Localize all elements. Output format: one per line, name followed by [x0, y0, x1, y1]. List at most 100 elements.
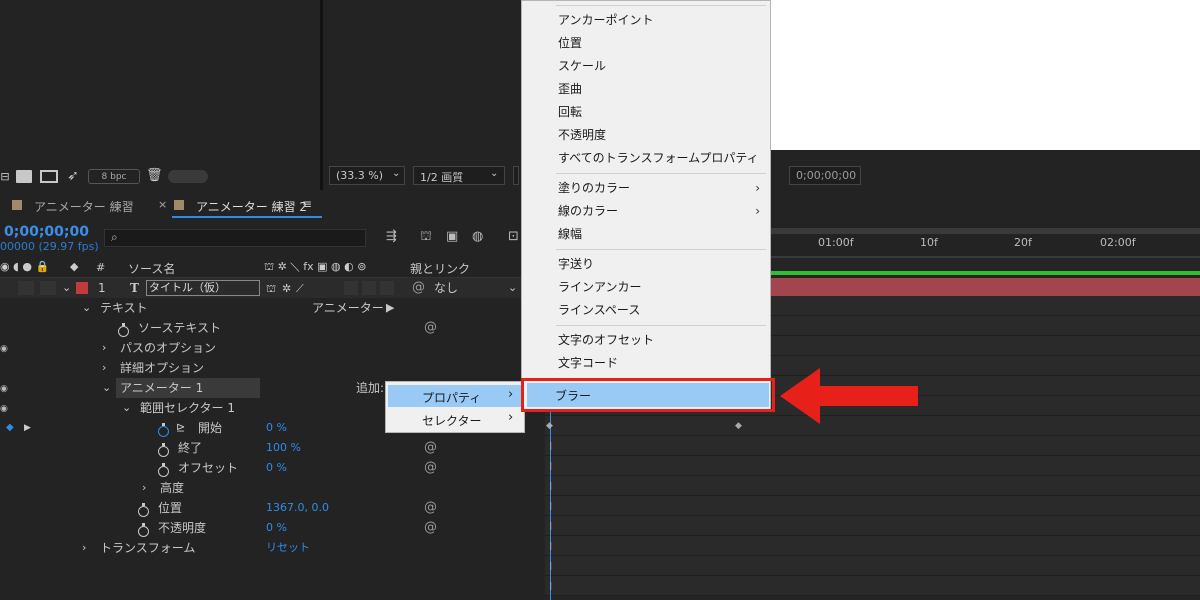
shy-switch-icon[interactable]: ⛫ [266, 279, 276, 299]
frame-blending-icon[interactable]: ▣ [446, 229, 458, 244]
project-scroll-handle[interactable] [168, 170, 208, 183]
stopwatch-icon[interactable] [118, 323, 129, 337]
work-area-bar[interactable] [770, 228, 1200, 234]
menu-item-blur[interactable]: ブラー [527, 383, 769, 407]
parent-dropdown[interactable]: なし [434, 278, 458, 298]
add-label[interactable]: 追加: [356, 378, 384, 398]
close-tab-icon[interactable]: × [158, 198, 167, 211]
pickwhip-icon[interactable]: @ [424, 438, 437, 458]
chevron-right-icon[interactable]: › [82, 538, 86, 558]
layer-row[interactable]: ⌄ 1 T タイトル（仮） ⛫ ✲ ⟋ @ なし ⌄ [0, 278, 545, 298]
shy-layers-icon[interactable]: ⛫ [420, 229, 432, 246]
reset-link[interactable]: リセット [266, 538, 310, 558]
lock-box[interactable] [40, 281, 56, 295]
layer-duration-bar[interactable] [770, 278, 1200, 296]
visibility-eye-icon[interactable]: ◉ [0, 384, 8, 394]
solo-box[interactable] [18, 281, 34, 295]
end-value[interactable]: 100 % [266, 438, 301, 458]
menu-item-property[interactable]: プロパティ › [388, 385, 522, 407]
pickwhip-icon[interactable]: @ [424, 518, 437, 538]
chevron-right-icon[interactable]: › [142, 478, 146, 498]
flowchart-icon[interactable]: ➶ [66, 168, 80, 184]
stopwatch-icon[interactable] [158, 463, 169, 477]
menu-item-skew[interactable]: 歪曲 [522, 78, 770, 101]
zoom-dropdown[interactable]: (33.3 %) ⌄ [329, 166, 405, 185]
quality-switch-icon[interactable]: ⟋ [296, 279, 304, 299]
menu-item-tracking[interactable]: 字送り [522, 253, 770, 276]
switch-box[interactable] [344, 281, 358, 295]
tab-animator-practice-2[interactable]: アニメーター 練習 2 ≡ [174, 196, 324, 216]
tab-menu-icon[interactable]: ≡ [302, 197, 312, 211]
layer-name-field[interactable]: タイトル（仮） [146, 280, 260, 296]
menu-item-selector[interactable]: セレクター › [388, 408, 522, 430]
text-group-row[interactable]: ⌄ テキスト アニメーター： ▶ [0, 298, 545, 318]
bpc-button[interactable]: 8 bpc [88, 169, 140, 184]
interpret-footage-icon[interactable]: ⊟ [0, 170, 10, 184]
switch-box[interactable] [362, 281, 376, 295]
position-row[interactable]: 位置 1367.0, 0.0 @ [0, 498, 545, 518]
menu-item-line-anchor[interactable]: ラインアンカー [522, 276, 770, 299]
path-options-row[interactable]: › パスのオプション [0, 338, 545, 358]
start-value[interactable]: 0 % [266, 418, 287, 438]
chevron-right-icon[interactable]: › [102, 338, 106, 358]
pickwhip-icon[interactable]: @ [424, 458, 437, 478]
graph-icon[interactable]: ⊵ [176, 418, 185, 438]
keyframe-icon[interactable]: ◆ [735, 421, 742, 431]
visibility-eye-icon[interactable]: ◉ [0, 344, 8, 354]
new-folder-icon[interactable] [16, 170, 32, 183]
chevron-down-icon[interactable]: ⌄ [102, 378, 111, 398]
position-value[interactable]: 1367.0, 0.0 [266, 498, 329, 518]
transform-row[interactable]: › トランスフォーム リセット [0, 538, 545, 558]
pickwhip-icon[interactable]: @ [424, 498, 437, 518]
more-options-row[interactable]: › 詳細オプション [0, 358, 545, 378]
layer-search-input[interactable]: ⌕ [104, 229, 366, 247]
pickwhip-icon[interactable]: @ [412, 278, 425, 298]
keyframe-nav-icon[interactable]: ◆ [6, 418, 14, 438]
visibility-eye-icon[interactable]: ◉ [0, 404, 8, 414]
source-text-row[interactable]: ソーステキスト @ [0, 318, 545, 338]
pickwhip-icon[interactable]: @ [424, 318, 437, 338]
animator-add-icon[interactable]: ▶ [386, 298, 394, 318]
offset-row[interactable]: オフセット 0 % @ [0, 458, 545, 478]
menu-item-line-spacing[interactable]: ラインスペース [522, 299, 770, 322]
menu-item-rotation[interactable]: 回転 [522, 101, 770, 124]
stopwatch-icon[interactable] [158, 443, 169, 457]
menu-item-fill-color[interactable]: 塗りのカラー › [522, 177, 770, 200]
keyframe-icon[interactable]: ◆ [546, 421, 553, 431]
collapse-switch-icon[interactable]: ✲ [282, 279, 291, 299]
composition-canvas[interactable] [770, 0, 1200, 150]
current-timecode[interactable]: 0;00;00;00 [4, 224, 89, 240]
stopwatch-icon[interactable] [138, 503, 149, 517]
stopwatch-active-icon[interactable] [158, 423, 169, 437]
resolution-dropdown[interactable]: 1/2 画質 ⌄ [413, 166, 505, 185]
advanced-row[interactable]: › 高度 [0, 478, 545, 498]
keyframe-next-icon[interactable]: ▶ [24, 418, 31, 438]
comp-mini-flowchart-icon[interactable]: ⇶ [386, 229, 397, 244]
chevron-right-icon[interactable]: › [102, 358, 106, 378]
chevron-down-icon[interactable]: ⌄ [122, 398, 131, 418]
tab-animator-practice[interactable]: アニメーター 練習 [10, 196, 140, 216]
menu-item-character-value[interactable]: 文字コード [522, 352, 770, 375]
end-row[interactable]: 終了 100 % @ [0, 438, 545, 458]
motion-blur-icon[interactable]: ◍ [472, 229, 483, 244]
menu-item-scale[interactable]: スケール [522, 55, 770, 78]
opacity-value[interactable]: 0 % [266, 518, 287, 538]
graph-editor-icon[interactable]: ⊡ [508, 229, 519, 244]
offset-value[interactable]: 0 % [266, 458, 287, 478]
header-parent-link[interactable]: 親とリンク [410, 260, 470, 277]
chevron-down-icon[interactable]: ⌄ [82, 298, 91, 318]
opacity-row[interactable]: 不透明度 0 % @ [0, 518, 545, 538]
label-color-swatch[interactable] [76, 282, 88, 294]
new-composition-icon[interactable] [40, 170, 58, 183]
menu-item-stroke-color[interactable]: 線のカラー › [522, 200, 770, 223]
switch-box[interactable] [380, 281, 394, 295]
chevron-down-icon[interactable]: ⌄ [508, 278, 517, 298]
menu-item-all-transform[interactable]: すべてのトランスフォームプロパティ [522, 147, 770, 170]
chevron-down-icon[interactable]: ⌄ [62, 278, 71, 298]
time-ruler[interactable]: 01:00f 10f 20f 02:00f [770, 226, 1200, 256]
menu-item-stroke-width[interactable]: 線幅 [522, 223, 770, 246]
menu-item-anchor-point[interactable]: アンカーポイント [522, 9, 770, 32]
menu-item-character-offset[interactable]: 文字のオフセット [522, 329, 770, 352]
trash-icon[interactable]: 🗑 [146, 168, 163, 184]
menu-item-position[interactable]: 位置 [522, 32, 770, 55]
